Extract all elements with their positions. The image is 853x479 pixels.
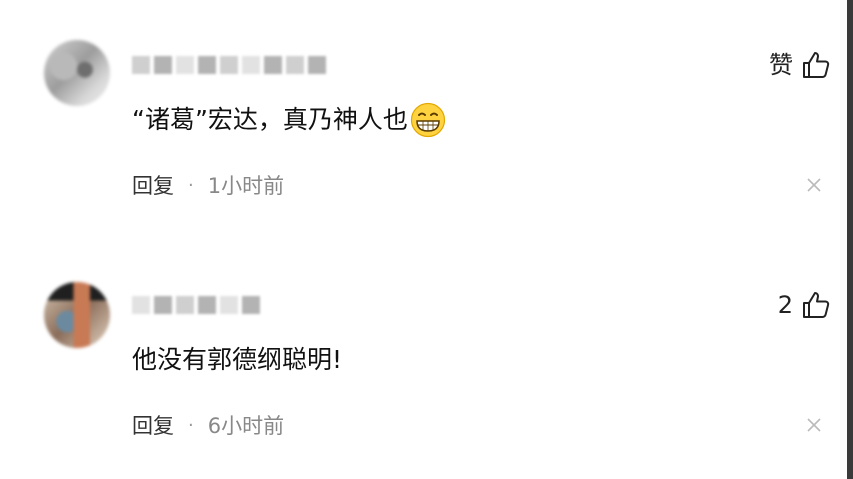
comment-text: 他没有郭德纲聪明! [132, 342, 342, 378]
reply-button[interactable]: 回复 [132, 410, 174, 442]
timestamp: 1小时前 [207, 174, 285, 198]
thumbs-up-icon [803, 292, 830, 318]
window-edge [847, 0, 853, 479]
separator-dot: · [188, 415, 194, 436]
timestamp: 6小时前 [207, 414, 285, 438]
username-blurred[interactable] [132, 52, 326, 78]
separator-dot: · [188, 175, 194, 196]
avatar[interactable] [44, 282, 110, 348]
close-icon[interactable] [805, 176, 823, 194]
comment-meta: 回复 · 1小时前 [132, 170, 284, 202]
thumbs-up-icon [803, 52, 830, 78]
like-button[interactable]: 赞 [769, 48, 831, 82]
comment-text: “诸葛”宏达，真乃神人也 [132, 102, 446, 138]
like-button[interactable]: 2 [778, 288, 831, 322]
avatar[interactable] [44, 40, 110, 106]
username-blurred[interactable] [132, 292, 260, 318]
like-count: 2 [777, 291, 793, 319]
comment-item: 2 他没有郭德纲聪明! 回复 · 6小时前 [0, 240, 845, 460]
comment-meta: 回复 · 6小时前 [132, 410, 284, 442]
like-count: 赞 [769, 51, 793, 79]
reply-button[interactable]: 回复 [132, 170, 174, 202]
comment-item: 赞 “诸葛”宏达，真乃神人也 回复 · 1小时前 [0, 0, 845, 220]
close-icon[interactable] [805, 416, 823, 434]
grinning-emoji-icon [410, 102, 446, 138]
comment-list: 赞 “诸葛”宏达，真乃神人也 回复 · 1小时前 2 他没有郭德纲聪明! 回复 … [0, 0, 853, 479]
comment-body: 他没有郭德纲聪明! [132, 345, 343, 374]
comment-body: “诸葛”宏达，真乃神人也 [132, 105, 408, 134]
